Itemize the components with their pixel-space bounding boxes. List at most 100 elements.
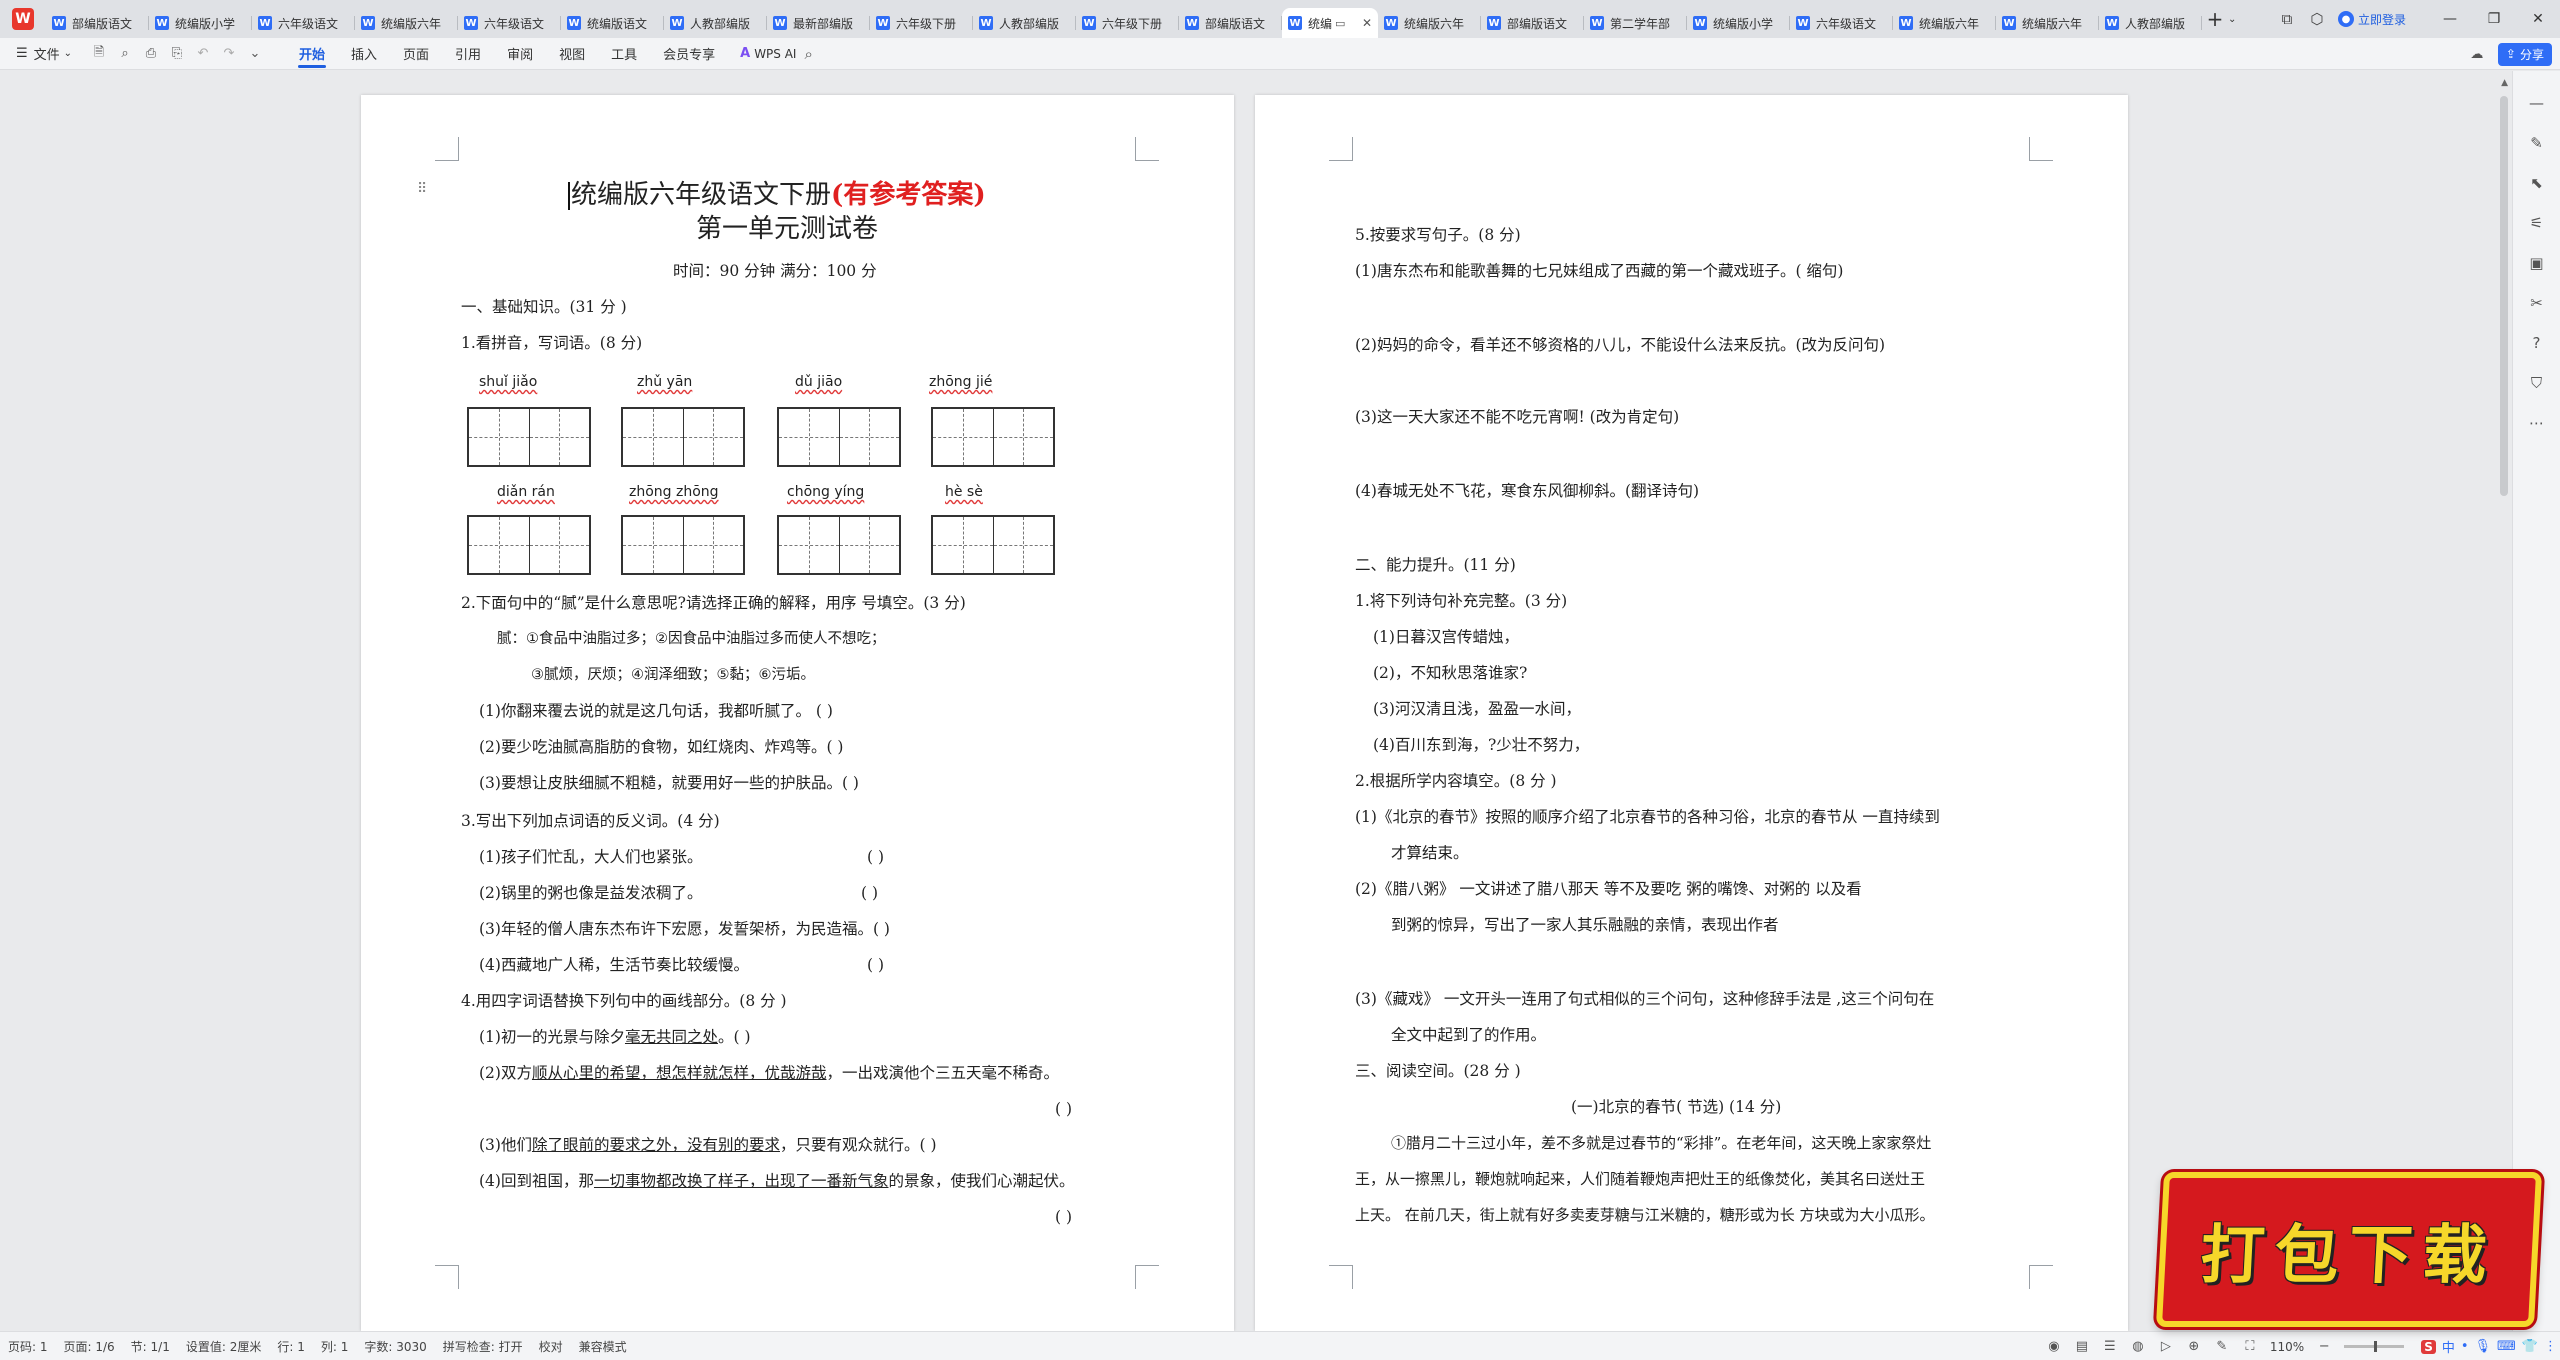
tools-icon[interactable]: ✂ (2521, 287, 2553, 319)
ribbon-tab[interactable]: 开始 (286, 38, 338, 70)
status-section[interactable]: 节: 1/1 (123, 1338, 178, 1355)
question-1: 1.看拼音，写词语。(8 分) (461, 334, 643, 352)
box-icon[interactable]: ⬡ (2302, 4, 2332, 34)
file-menu-button[interactable]: ☰ 文件 ⌄ (0, 44, 86, 63)
status-spellcheck[interactable]: 拼写检查: 打开 (435, 1338, 531, 1355)
help-icon[interactable]: ? (2521, 327, 2553, 359)
print-preview-icon[interactable]: ⎘ (164, 41, 190, 67)
ime-chinese-icon[interactable]: 中 (2442, 1337, 2455, 1356)
tab-label: 统编版小学 (1713, 16, 1774, 31)
close-tab-icon[interactable]: ✕ (1358, 16, 1372, 30)
image-icon[interactable]: ▣ (2521, 247, 2553, 279)
vertical-scrollbar[interactable] (2500, 96, 2508, 496)
share-button[interactable]: ⇪ 分享 (2497, 42, 2552, 66)
zoom-level[interactable]: 110% (2264, 1340, 2310, 1354)
fit-page-icon[interactable]: ⛶ (2236, 1339, 2264, 1354)
document-page-1[interactable]: ⠿ 统编版六年级语文下册(有参考答案) 第一单元测试卷 时间：90 分钟 满分：… (361, 95, 1234, 1331)
ribbon-tab[interactable]: 引用 (442, 38, 494, 70)
document-tab[interactable]: W 人教部编版 (973, 8, 1076, 38)
new-tab-plus-icon[interactable]: + (2202, 4, 2228, 34)
document-tab[interactable]: W 统编版语文 (561, 8, 664, 38)
ribbon-tab[interactable]: 会员专享 (650, 38, 728, 70)
ime-punct-icon[interactable]: • (2461, 1339, 2469, 1354)
save-icon[interactable]: 🗎 (86, 41, 112, 67)
document-tab[interactable]: W 第二学年部 (1584, 8, 1687, 38)
print-icon[interactable]: ⎙ (138, 41, 164, 67)
redo-icon[interactable]: ↷ (216, 41, 242, 67)
wps-ai-button[interactable]: A WPS AI (740, 46, 796, 61)
restore-button[interactable]: ❐ (2472, 0, 2516, 38)
document-tab[interactable]: W 统编版小学 (1687, 8, 1790, 38)
eye-icon[interactable]: ◉ (2040, 1339, 2068, 1354)
document-tab[interactable]: W 人教部编版 (2099, 8, 2202, 38)
status-page-number[interactable]: 页码: 1 (0, 1338, 56, 1355)
adjust-icon[interactable]: ⚟ (2521, 207, 2553, 239)
cloud-sync-icon[interactable]: ☁ (2464, 41, 2490, 67)
ime-grid-icon[interactable]: ⋮ (2544, 1339, 2557, 1354)
close-window-button[interactable]: ✕ (2516, 0, 2560, 38)
status-wordcount[interactable]: 字数: 3030 (356, 1338, 434, 1355)
more-icon[interactable]: ⋯ (2521, 407, 2553, 439)
ribbon-tab[interactable]: 审阅 (494, 38, 546, 70)
wps-logo-icon[interactable]: W (0, 0, 46, 38)
crop-mark (435, 1265, 459, 1289)
status-position[interactable]: 设置值: 2厘米 (178, 1338, 270, 1355)
tab-label: 六年级语文 (278, 16, 339, 31)
pen-icon[interactable]: ✎ (2521, 127, 2553, 159)
outline-view-icon[interactable]: ☰ (2096, 1339, 2124, 1354)
login-button[interactable]: ● 立即登录 (2337, 11, 2406, 28)
document-tab[interactable]: W 最新部编版 (767, 8, 870, 38)
zoom-out-icon[interactable]: − (2310, 1339, 2338, 1354)
document-tab[interactable]: W 人教部编版 (664, 8, 767, 38)
status-proofread[interactable]: 校对 (531, 1338, 571, 1355)
ime-logo-icon[interactable]: S (2421, 1339, 2436, 1354)
document-tab[interactable]: W 统编 ▭ ✕ (1282, 8, 1378, 38)
status-col[interactable]: 列: 1 (313, 1338, 357, 1355)
document-tab[interactable]: W 统编版六年 (355, 8, 458, 38)
status-pages[interactable]: 页面: 1/6 (56, 1338, 123, 1355)
edit-mode-icon[interactable]: ✎ (2208, 1339, 2236, 1354)
document-tab[interactable]: W 六年级语文 (458, 8, 561, 38)
document-tab[interactable]: W 统编版小学 (149, 8, 252, 38)
document-tab[interactable]: W 部编版语文 (1179, 8, 1282, 38)
document-tab[interactable]: W 部编版语文 (1481, 8, 1584, 38)
document-page-2[interactable]: 5.按要求写句子。(8 分) (1)唐东杰布和能歌善舞的七兄妹组成了西藏的第一个… (1255, 95, 2128, 1331)
wps-ai-label: WPS AI (754, 46, 797, 61)
search-icon[interactable]: ⌕ (804, 45, 812, 63)
play-icon[interactable]: ▷ (2152, 1339, 2180, 1354)
undo-icon[interactable]: ↶ (190, 41, 216, 67)
status-row[interactable]: 行: 1 (269, 1338, 313, 1355)
drag-handle-icon[interactable]: ⠿ (417, 181, 427, 197)
minimize-button[interactable]: — (2428, 0, 2472, 38)
open-icon[interactable]: ⌕ (112, 41, 138, 67)
pinyin-label: hè sè (945, 484, 983, 500)
ribbon-tab[interactable]: 页面 (390, 38, 442, 70)
web-view-icon[interactable]: ◍ (2124, 1339, 2152, 1354)
ribbon-tab[interactable]: 工具 (598, 38, 650, 70)
scroll-up-arrow-icon[interactable]: ▲ (2501, 78, 2508, 88)
document-tab[interactable]: W 六年级下册 (1076, 8, 1179, 38)
document-tab[interactable]: W 部编版语文 (46, 8, 149, 38)
more-chevron-icon[interactable]: ⌄ (242, 41, 268, 67)
ribbon-tab[interactable]: 插入 (338, 38, 390, 70)
microphone-icon[interactable]: 🎙 (2475, 1339, 2492, 1354)
download-banner[interactable]: 打包下载 (2155, 1172, 2543, 1327)
document-tab[interactable]: W 六年级下册 (870, 8, 973, 38)
page-view-icon[interactable]: ▤ (2068, 1339, 2096, 1354)
document-tab[interactable]: W 统编版六年 (1893, 8, 1996, 38)
ime-skin-icon[interactable]: 👕 (2522, 1339, 2538, 1354)
select-cursor-icon[interactable]: ⬉ (2521, 167, 2553, 199)
collapse-icon[interactable]: — (2521, 87, 2553, 119)
ribbon-tab[interactable]: 视图 (546, 38, 598, 70)
document-tab[interactable]: W 统编版六年 (1996, 8, 2099, 38)
shirt-icon[interactable]: ⛉ (2521, 367, 2553, 399)
keyboard-icon[interactable]: ⌨ (2497, 1339, 2516, 1354)
document-tab[interactable]: W 六年级语文 (252, 8, 355, 38)
globe-icon[interactable]: ⊕ (2180, 1339, 2208, 1354)
document-tab[interactable]: W 六年级语文 (1790, 8, 1893, 38)
zoom-slider[interactable] (2344, 1341, 2405, 1352)
document-canvas[interactable]: ⠿ 统编版六年级语文下册(有参考答案) 第一单元测试卷 时间：90 分钟 满分：… (0, 71, 2490, 1331)
document-tab[interactable]: W 统编版六年 (1378, 8, 1481, 38)
tab-list-chevron-icon[interactable]: ⌄ (2228, 14, 2244, 25)
window-layout-icon[interactable]: ⧉ (2272, 4, 2302, 34)
